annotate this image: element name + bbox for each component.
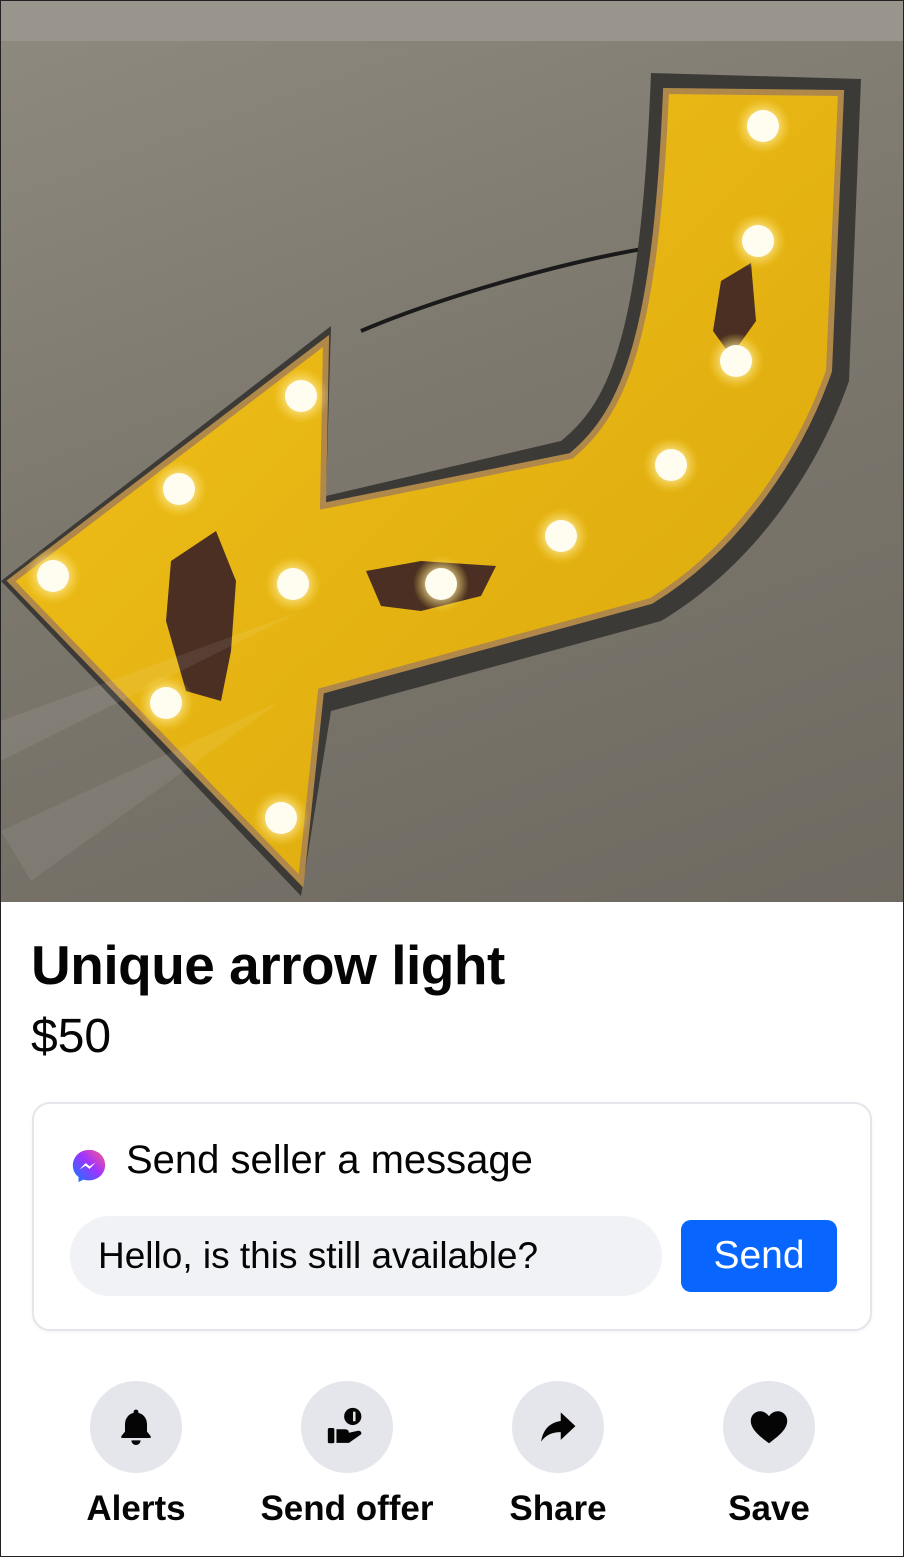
alerts-button[interactable]: Alerts xyxy=(26,1381,246,1531)
message-card-header: Send seller a message xyxy=(70,1134,533,1186)
save-icon-circle[interactable] xyxy=(723,1381,815,1473)
save-label: Save xyxy=(728,1489,810,1528)
message-card-title: Send seller a message xyxy=(126,1138,533,1182)
send-offer-icon-circle[interactable] xyxy=(301,1381,393,1473)
alerts-icon-circle[interactable] xyxy=(90,1381,182,1473)
send-offer-button[interactable]: Send offer xyxy=(237,1381,457,1531)
messenger-icon xyxy=(72,1149,106,1183)
bell-icon xyxy=(121,1409,151,1445)
save-button[interactable]: Save xyxy=(659,1381,879,1531)
send-offer-label: Send offer xyxy=(260,1489,434,1528)
send-button[interactable]: Send xyxy=(681,1220,837,1292)
marketplace-listing: Unique arrow light $50 Send seller a mes… xyxy=(0,0,904,1557)
heart-icon xyxy=(750,1411,788,1444)
listing-title: Unique arrow light xyxy=(31,934,505,996)
message-seller-card: Send seller a message Send xyxy=(32,1102,872,1331)
share-icon-circle[interactable] xyxy=(512,1381,604,1473)
share-label: Share xyxy=(509,1489,607,1528)
listing-price: $50 xyxy=(31,1010,112,1063)
listing-actions: Alerts Send offer Share Save xyxy=(1,1381,903,1541)
listing-photo[interactable] xyxy=(1,1,903,902)
share-arrow-icon xyxy=(541,1412,576,1442)
alerts-label: Alerts xyxy=(86,1489,186,1528)
arrow-marquee-light-photo xyxy=(1,1,903,896)
message-input[interactable] xyxy=(70,1216,662,1296)
share-button[interactable]: Share xyxy=(448,1381,668,1531)
offer-hand-icon xyxy=(327,1407,362,1444)
